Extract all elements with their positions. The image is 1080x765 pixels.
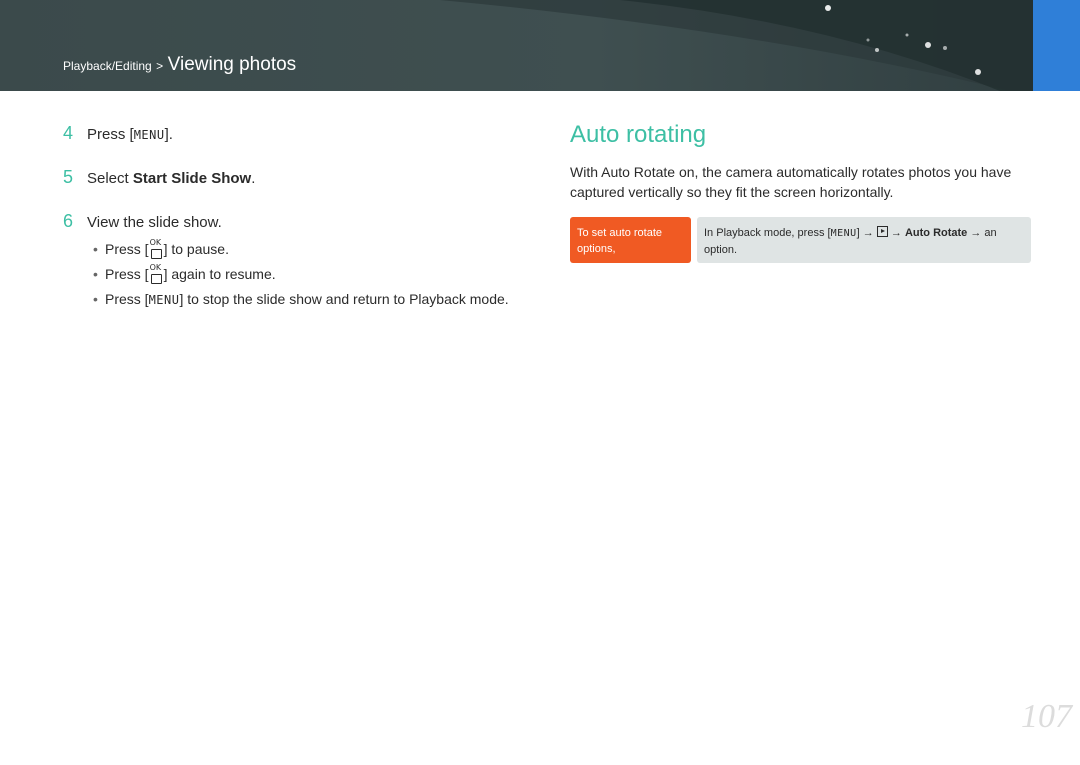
ok-button-icon: OK xyxy=(149,238,164,259)
breadcrumb-separator: > xyxy=(156,59,164,73)
section-title: Auto rotating xyxy=(570,121,707,148)
section-intro: With Auto Rotate on, the camera automati… xyxy=(570,164,1012,200)
step-number: 5 xyxy=(63,167,74,187)
bullet-resume: • Press [OK] again to resume. xyxy=(93,263,276,284)
step-5: 5 Select Start Slide Show. xyxy=(63,167,256,187)
page-title: Viewing photos xyxy=(167,54,297,75)
breadcrumb: Playback/Editing > Viewing photos xyxy=(63,54,296,76)
playback-icon xyxy=(876,226,888,237)
tip-label: To set auto rotate options, xyxy=(570,217,691,263)
tip-option: Auto Rotate xyxy=(904,227,968,239)
chapter-tab xyxy=(1033,0,1080,91)
bullet-pause: • Press [OK] to pause. xyxy=(93,238,229,259)
step-4: 4 Press [MENU]. xyxy=(63,123,173,143)
step-option: Start Slide Show xyxy=(132,170,252,187)
page-header: Playback/Editing > Viewing photos xyxy=(0,0,1080,91)
ok-button-icon: OK xyxy=(149,263,164,284)
page-number: 107 xyxy=(1021,698,1072,735)
menu-key-icon: MENU xyxy=(830,228,857,239)
tip-instructions: In Playback mode, press [MENU] → → Auto … xyxy=(697,217,1031,263)
header-decoration xyxy=(440,0,1033,91)
menu-key-icon: MENU xyxy=(148,293,180,307)
menu-key-icon: MENU xyxy=(133,128,165,142)
step-number: 4 xyxy=(63,123,74,143)
bullet-stop: • Press [MENU] to stop the slide show and… xyxy=(93,291,509,307)
step-number: 6 xyxy=(63,211,74,231)
step-6: 6 View the slide show. xyxy=(63,211,222,231)
breadcrumb-section: Playback/Editing xyxy=(63,59,152,73)
